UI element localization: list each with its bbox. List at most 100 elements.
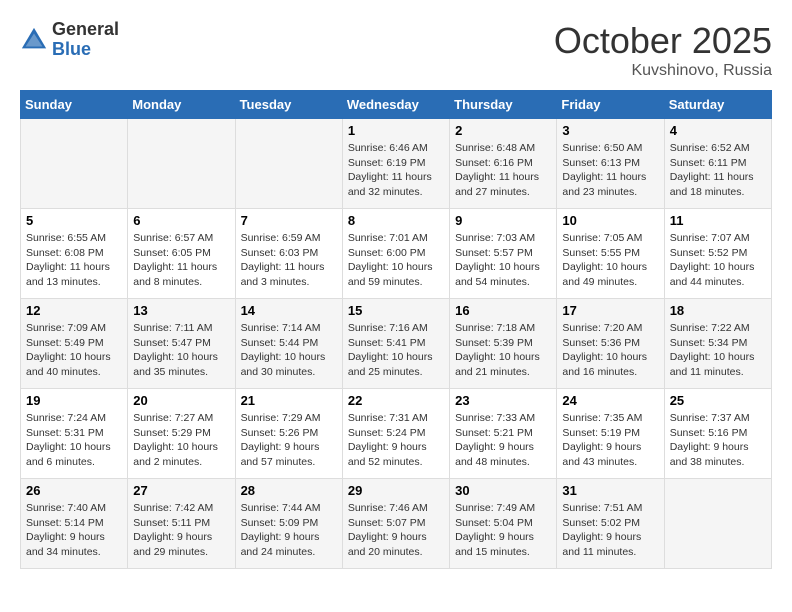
day-number: 20 <box>133 393 229 408</box>
calendar-cell <box>664 479 771 569</box>
calendar-cell: 15 Sunrise: 7:16 AMSunset: 5:41 PMDayligh… <box>342 299 449 389</box>
calendar-cell: 25Sunrise: 7:37 AMSunset: 5:16 PMDayligh… <box>664 389 771 479</box>
calendar-cell: 7 Sunrise: 6:59 AMSunset: 6:03 PMDaylight… <box>235 209 342 299</box>
logo-icon <box>20 26 48 54</box>
month-title: October 2025 <box>554 20 772 62</box>
day-info: Sunrise: 7:01 AMSunset: 6:00 PMDaylight:… <box>348 231 444 290</box>
calendar-cell: 26Sunrise: 7:40 AMSunset: 5:14 PMDayligh… <box>21 479 128 569</box>
day-info: Sunrise: 7:35 AMSunset: 5:19 PMDaylight:… <box>562 411 658 470</box>
day-info: Sunrise: 7:11 AMSunset: 5:47 PMDaylight:… <box>133 321 229 380</box>
day-number: 19 <box>26 393 122 408</box>
calendar-cell <box>21 119 128 209</box>
day-info: Sunrise: 7:03 AMSunset: 5:57 PMDaylight:… <box>455 231 551 290</box>
calendar-cell: 16Sunrise: 7:18 AMSunset: 5:39 PMDayligh… <box>450 299 557 389</box>
calendar-cell: 11Sunrise: 7:07 AMSunset: 5:52 PMDayligh… <box>664 209 771 299</box>
day-info: Sunrise: 7:22 AMSunset: 5:34 PMDaylight:… <box>670 321 766 380</box>
day-number: 27 <box>133 483 229 498</box>
calendar-cell: 29 Sunrise: 7:46 AMSunset: 5:07 PMDayligh… <box>342 479 449 569</box>
day-number: 18 <box>670 303 766 318</box>
calendar-week-row: 1 Sunrise: 6:46 AMSunset: 6:19 PMDaylight… <box>21 119 772 209</box>
day-number: 15 <box>348 303 444 318</box>
day-number: 9 <box>455 213 551 228</box>
calendar-week-row: 12 Sunrise: 7:09 AMSunset: 5:49 PMDayligh… <box>21 299 772 389</box>
calendar-cell: 14Sunrise: 7:14 AMSunset: 5:44 PMDayligh… <box>235 299 342 389</box>
calendar-cell: 2 Sunrise: 6:48 AMSunset: 6:16 PMDaylight… <box>450 119 557 209</box>
day-info: Sunrise: 6:50 AMSunset: 6:13 PMDaylight:… <box>562 141 658 200</box>
day-number: 29 <box>348 483 444 498</box>
day-number: 8 <box>348 213 444 228</box>
calendar-cell: 24 Sunrise: 7:35 AMSunset: 5:19 PMDayligh… <box>557 389 664 479</box>
calendar-cell: 10 Sunrise: 7:05 AMSunset: 5:55 PMDayligh… <box>557 209 664 299</box>
day-info: Sunrise: 7:46 AMSunset: 5:07 PMDaylight:… <box>348 501 444 560</box>
calendar-table: SundayMondayTuesdayWednesdayThursdayFrid… <box>20 90 772 569</box>
calendar-cell: 22 Sunrise: 7:31 AMSunset: 5:24 PMDayligh… <box>342 389 449 479</box>
day-info: Sunrise: 7:31 AMSunset: 5:24 PMDaylight:… <box>348 411 444 470</box>
day-number: 5 <box>26 213 122 228</box>
day-number: 1 <box>348 123 444 138</box>
day-number: 25 <box>670 393 766 408</box>
logo: General Blue <box>20 20 119 60</box>
calendar-cell: 19 Sunrise: 7:24 AMSunset: 5:31 PMDayligh… <box>21 389 128 479</box>
day-number: 3 <box>562 123 658 138</box>
calendar-cell: 20 Sunrise: 7:27 AMSunset: 5:29 PMDayligh… <box>128 389 235 479</box>
day-info: Sunrise: 7:29 AMSunset: 5:26 PMDaylight:… <box>241 411 337 470</box>
calendar-cell: 8 Sunrise: 7:01 AMSunset: 6:00 PMDaylight… <box>342 209 449 299</box>
calendar-cell <box>235 119 342 209</box>
logo-text: General Blue <box>52 20 119 60</box>
calendar-cell: 23 Sunrise: 7:33 AMSunset: 5:21 PMDayligh… <box>450 389 557 479</box>
calendar-cell: 17 Sunrise: 7:20 AMSunset: 5:36 PMDayligh… <box>557 299 664 389</box>
day-info: Sunrise: 7:16 AMSunset: 5:41 PMDaylight:… <box>348 321 444 380</box>
day-number: 10 <box>562 213 658 228</box>
calendar-cell: 4Sunrise: 6:52 AMSunset: 6:11 PMDaylight… <box>664 119 771 209</box>
day-info: Sunrise: 7:18 AMSunset: 5:39 PMDaylight:… <box>455 321 551 380</box>
calendar-cell: 5 Sunrise: 6:55 AMSunset: 6:08 PMDaylight… <box>21 209 128 299</box>
page-header: General Blue October 2025 Kuvshinovo, Ru… <box>20 20 772 80</box>
day-number: 23 <box>455 393 551 408</box>
day-number: 22 <box>348 393 444 408</box>
calendar-week-row: 5 Sunrise: 6:55 AMSunset: 6:08 PMDaylight… <box>21 209 772 299</box>
day-info: Sunrise: 7:49 AMSunset: 5:04 PMDaylight:… <box>455 501 551 560</box>
day-info: Sunrise: 7:42 AMSunset: 5:11 PMDaylight:… <box>133 501 229 560</box>
day-number: 13 <box>133 303 229 318</box>
logo-general-text: General <box>52 20 119 40</box>
day-number: 4 <box>670 123 766 138</box>
weekday-header: Thursday <box>450 91 557 119</box>
day-number: 12 <box>26 303 122 318</box>
day-number: 14 <box>241 303 337 318</box>
day-info: Sunrise: 6:59 AMSunset: 6:03 PMDaylight:… <box>241 231 337 290</box>
logo-blue-text: Blue <box>52 40 119 60</box>
day-info: Sunrise: 7:09 AMSunset: 5:49 PMDaylight:… <box>26 321 122 380</box>
day-info: Sunrise: 7:27 AMSunset: 5:29 PMDaylight:… <box>133 411 229 470</box>
day-info: Sunrise: 7:44 AMSunset: 5:09 PMDaylight:… <box>241 501 337 560</box>
weekday-header: Tuesday <box>235 91 342 119</box>
day-info: Sunrise: 6:55 AMSunset: 6:08 PMDaylight:… <box>26 231 122 290</box>
day-info: Sunrise: 7:20 AMSunset: 5:36 PMDaylight:… <box>562 321 658 380</box>
day-info: Sunrise: 6:48 AMSunset: 6:16 PMDaylight:… <box>455 141 551 200</box>
day-number: 24 <box>562 393 658 408</box>
calendar-cell: 27 Sunrise: 7:42 AMSunset: 5:11 PMDayligh… <box>128 479 235 569</box>
location-subtitle: Kuvshinovo, Russia <box>554 62 772 80</box>
day-info: Sunrise: 7:24 AMSunset: 5:31 PMDaylight:… <box>26 411 122 470</box>
day-number: 17 <box>562 303 658 318</box>
day-number: 7 <box>241 213 337 228</box>
day-info: Sunrise: 7:33 AMSunset: 5:21 PMDaylight:… <box>455 411 551 470</box>
calendar-cell: 31Sunrise: 7:51 AMSunset: 5:02 PMDayligh… <box>557 479 664 569</box>
weekday-header: Friday <box>557 91 664 119</box>
day-number: 28 <box>241 483 337 498</box>
weekday-header: Monday <box>128 91 235 119</box>
day-info: Sunrise: 7:05 AMSunset: 5:55 PMDaylight:… <box>562 231 658 290</box>
day-info: Sunrise: 6:57 AMSunset: 6:05 PMDaylight:… <box>133 231 229 290</box>
calendar-cell: 12 Sunrise: 7:09 AMSunset: 5:49 PMDayligh… <box>21 299 128 389</box>
day-info: Sunrise: 6:46 AMSunset: 6:19 PMDaylight:… <box>348 141 444 200</box>
calendar-cell: 9 Sunrise: 7:03 AMSunset: 5:57 PMDaylight… <box>450 209 557 299</box>
calendar-cell: 13 Sunrise: 7:11 AMSunset: 5:47 PMDayligh… <box>128 299 235 389</box>
title-block: October 2025 Kuvshinovo, Russia <box>554 20 772 80</box>
calendar-week-row: 19 Sunrise: 7:24 AMSunset: 5:31 PMDayligh… <box>21 389 772 479</box>
day-info: Sunrise: 7:40 AMSunset: 5:14 PMDaylight:… <box>26 501 122 560</box>
day-number: 11 <box>670 213 766 228</box>
calendar-cell: 28 Sunrise: 7:44 AMSunset: 5:09 PMDayligh… <box>235 479 342 569</box>
day-number: 2 <box>455 123 551 138</box>
header-row: SundayMondayTuesdayWednesdayThursdayFrid… <box>21 91 772 119</box>
day-number: 6 <box>133 213 229 228</box>
calendar-cell: 1 Sunrise: 6:46 AMSunset: 6:19 PMDaylight… <box>342 119 449 209</box>
